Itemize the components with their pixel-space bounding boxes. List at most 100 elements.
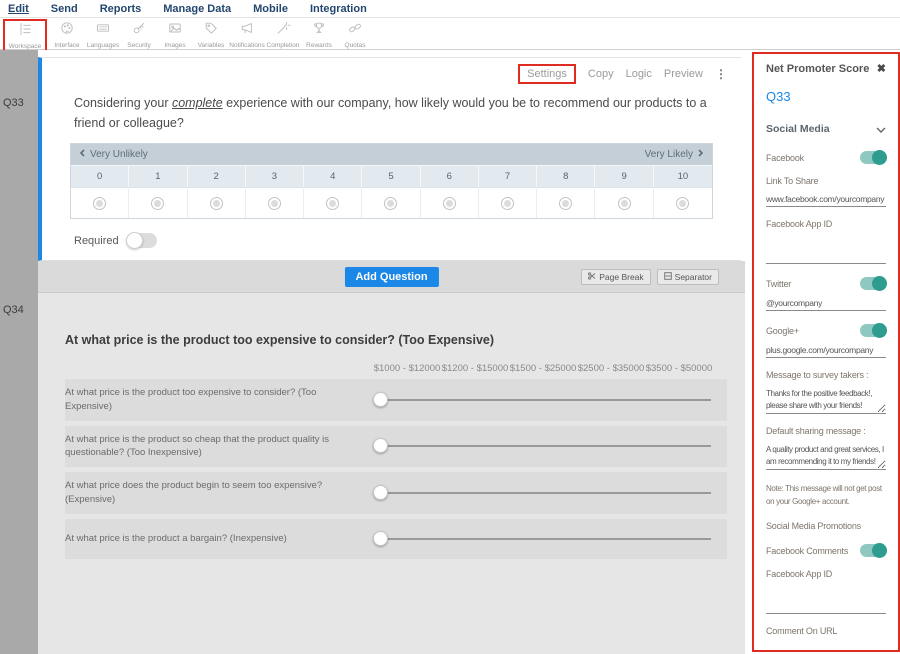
twitter-toggle[interactable] <box>860 277 886 290</box>
facebook-comments-toggle[interactable] <box>860 544 886 557</box>
slider-track[interactable] <box>379 445 711 447</box>
key-icon <box>131 20 147 41</box>
close-icon[interactable]: ✖ <box>877 62 886 75</box>
panel-title: Net Promoter Score <box>766 63 869 75</box>
menu-mobile[interactable]: Mobile <box>253 3 288 15</box>
menu-manage-data[interactable]: Manage Data <box>163 3 231 15</box>
slider-track[interactable] <box>379 399 711 401</box>
facebook-comments-toggle-row: Facebook Comments <box>766 544 886 557</box>
google-note-text: Note: This message will not get post on … <box>766 482 886 508</box>
nps-radio-5[interactable] <box>362 187 420 218</box>
comment-on-url-label: Comment On URL <box>766 626 886 636</box>
toolbar-label: Completion <box>267 42 300 49</box>
facebook-app-id-label: Facebook App ID <box>766 219 886 229</box>
radio-icon <box>384 197 397 210</box>
toolbar-quotas[interactable]: Quotas <box>337 19 373 49</box>
facebook-app-id-input[interactable] <box>766 249 886 264</box>
default-sharing-message-textarea[interactable]: A quality product and great services, I … <box>766 442 886 470</box>
nps-number: 5 <box>362 165 420 187</box>
link-to-share-input[interactable] <box>766 192 886 207</box>
menu-edit[interactable]: Edit <box>8 3 29 15</box>
promo-facebook-app-id-input[interactable] <box>766 599 886 614</box>
slider-row-label: At what price is the product too expensi… <box>65 386 373 414</box>
nps-radio-0[interactable] <box>71 187 129 218</box>
toolbar-security[interactable]: Security <box>121 19 157 49</box>
link-to-share-label: Link To Share <box>766 176 886 186</box>
nps-radio-8[interactable] <box>537 187 595 218</box>
toolbar-label: Languages <box>87 42 119 49</box>
more-options-icon[interactable]: ⋮ <box>715 67 727 81</box>
nps-settings-panel: Net Promoter Score ✖ Q33 Social Media Fa… <box>752 52 900 652</box>
slider-handle[interactable] <box>373 485 388 500</box>
menu-integration[interactable]: Integration <box>310 3 367 15</box>
slider-handle[interactable] <box>373 438 388 453</box>
message-to-survey-takers-label: Message to survey takers : <box>766 370 886 380</box>
nps-number: 4 <box>304 165 362 187</box>
radio-icon <box>559 197 572 210</box>
header-spacer <box>65 363 373 374</box>
toolbar-rewards[interactable]: Rewards <box>301 19 337 49</box>
add-question-button[interactable]: Add Question <box>344 267 438 287</box>
google-plus-toggle[interactable] <box>860 324 886 337</box>
panel-question-id[interactable]: Q33 <box>766 89 886 104</box>
tag-icon <box>203 20 219 41</box>
nps-radio-1[interactable] <box>129 187 187 218</box>
toolbar-variables[interactable]: Variables <box>193 19 229 49</box>
slider-track[interactable] <box>379 538 711 540</box>
survey-canvas: Add Question Page Break Separator At wha… <box>38 261 745 654</box>
nps-left-anchor[interactable]: Very Unlikely <box>80 149 148 160</box>
nps-radio-10[interactable] <box>654 187 712 218</box>
toolbar-interface[interactable]: Interface <box>49 19 85 49</box>
page-break-label: Page Break <box>599 272 643 282</box>
radio-icon <box>443 197 456 210</box>
toggle-knob <box>126 232 143 249</box>
question-card-q34[interactable]: At what price is the product too expensi… <box>65 333 727 559</box>
nps-radio-2[interactable] <box>188 187 246 218</box>
facebook-toggle[interactable] <box>860 151 886 164</box>
twitter-handle-input[interactable] <box>766 296 886 311</box>
social-media-promotions-label: Social Media Promotions <box>766 521 886 531</box>
panel-header: Net Promoter Score ✖ <box>766 62 886 75</box>
menu-reports[interactable]: Reports <box>100 3 142 15</box>
radio-icon <box>210 197 223 210</box>
q33-question-text[interactable]: Considering your complete experience wit… <box>74 93 711 133</box>
nps-right-anchor[interactable]: Very Likely <box>645 149 703 160</box>
logic-button[interactable]: Logic <box>626 68 652 80</box>
nps-radio-6[interactable] <box>421 187 479 218</box>
preview-button[interactable]: Preview <box>664 68 703 80</box>
question-card-q33[interactable]: Settings Copy Logic Preview ⋮ Considerin… <box>38 57 741 261</box>
nps-radio-4[interactable] <box>304 187 362 218</box>
slider-handle[interactable] <box>373 392 388 407</box>
survey-editor-main: Settings Copy Logic Preview ⋮ Considerin… <box>38 50 745 654</box>
toolbar-images[interactable]: Images <box>157 19 193 49</box>
slider-track[interactable] <box>379 492 711 494</box>
required-toggle[interactable] <box>127 233 157 248</box>
copy-button[interactable]: Copy <box>588 68 614 80</box>
megaphone-icon <box>239 20 255 41</box>
slider-handle[interactable] <box>373 531 388 546</box>
toolbar-languages[interactable]: Languages <box>85 19 121 49</box>
required-row: Required <box>74 233 741 248</box>
keyboard-icon <box>95 20 111 41</box>
q33-text-emphasized: complete <box>172 96 223 110</box>
toolbar-label: Variables <box>198 42 225 49</box>
toolbar-completion[interactable]: Completion <box>265 19 301 49</box>
nps-scale: Very Unlikely Very Likely 0 1 2 3 4 5 6 … <box>70 143 713 219</box>
chevron-left-icon <box>80 149 85 160</box>
social-media-section-header[interactable]: Social Media <box>766 120 886 138</box>
toolbar-workspace[interactable]: Workspace <box>3 19 47 52</box>
separator-button[interactable]: Separator <box>657 269 719 285</box>
nps-number: 0 <box>71 165 129 187</box>
price-column-header: $1500 - $25000 <box>509 363 577 374</box>
google-plus-input[interactable] <box>766 343 886 358</box>
settings-button[interactable]: Settings <box>518 64 576 84</box>
toolbar-notifications[interactable]: Notifications <box>229 19 265 49</box>
nps-radio-7[interactable] <box>479 187 537 218</box>
page-break-button[interactable]: Page Break <box>581 269 650 285</box>
message-to-survey-takers-textarea[interactable]: Thanks for the positive feedback!, pleas… <box>766 386 886 414</box>
trophy-icon <box>311 20 327 41</box>
menu-send[interactable]: Send <box>51 3 78 15</box>
workspace-icon <box>17 21 33 42</box>
nps-radio-9[interactable] <box>595 187 653 218</box>
nps-radio-3[interactable] <box>246 187 304 218</box>
